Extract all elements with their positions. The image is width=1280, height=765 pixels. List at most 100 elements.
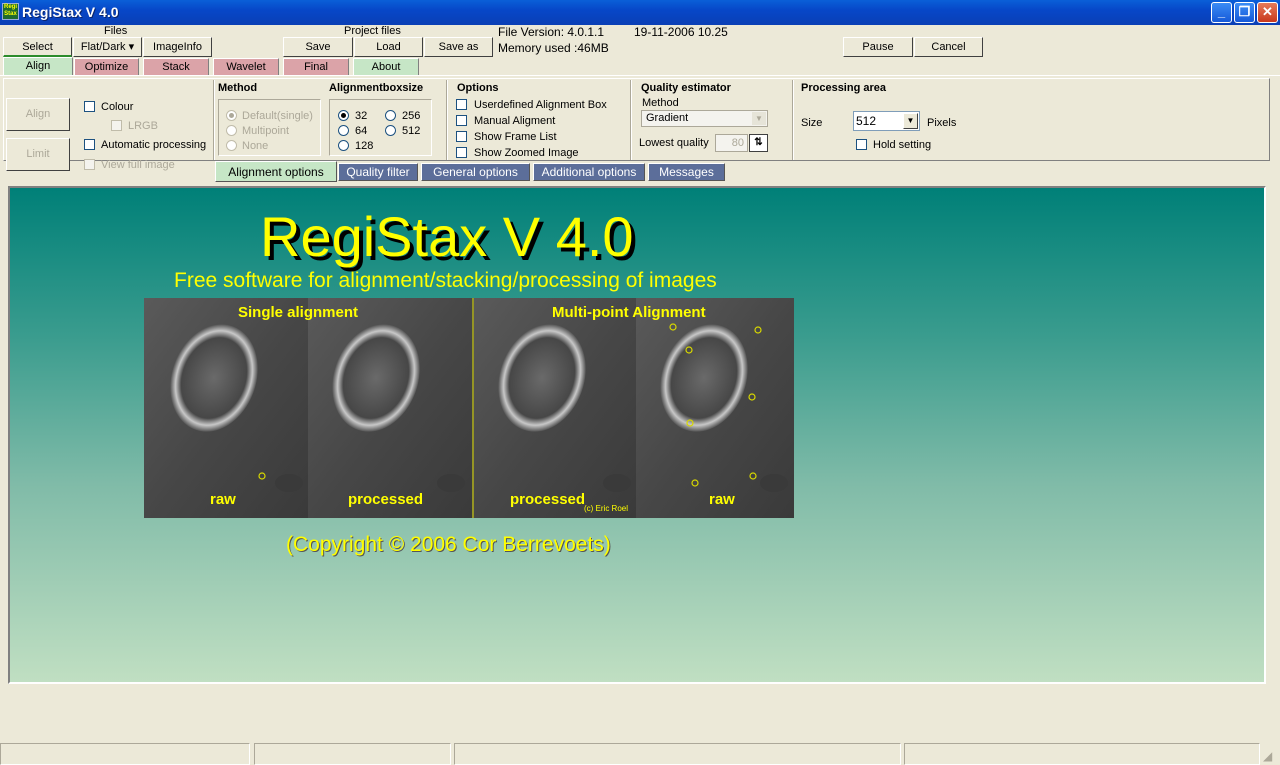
app-icon: Regi Stax — [2, 3, 19, 20]
raw-label-left: raw — [210, 491, 236, 508]
lowest-quality-label: Lowest quality — [639, 137, 709, 149]
alignmentbox-title: Alignmentboxsize — [329, 82, 424, 94]
load-button[interactable]: Load — [354, 37, 423, 57]
pixels-label: Pixels — [927, 117, 957, 129]
method-default-radio[interactable] — [226, 110, 237, 121]
processed-label-left: processed — [348, 491, 424, 508]
moon-crater-image — [144, 298, 794, 518]
colour-checkbox[interactable] — [84, 101, 95, 112]
moon-comparison-image: Single alignment Multi-point Alignment r… — [144, 298, 794, 518]
banner-subtitle: Free software for alignment/stacking/pro… — [174, 269, 717, 292]
chevron-down-icon: ▼ — [903, 113, 918, 129]
window-title: RegiStax V 4.0 — [22, 4, 119, 20]
manual-alignment-label: Manual Aligment — [474, 115, 556, 127]
photo-credit: (c) Eric Roel — [584, 504, 629, 513]
box-128-label: 128 — [355, 140, 374, 152]
imageinfo-button[interactable]: ImageInfo — [143, 37, 212, 57]
pause-button[interactable]: Pause — [843, 37, 913, 57]
colour-label: Colour — [101, 101, 134, 113]
options-title: Options — [457, 82, 499, 94]
separator — [792, 80, 794, 160]
view-full-image-checkbox[interactable] — [84, 159, 95, 170]
status-cell-4 — [904, 743, 1260, 765]
tab-final[interactable]: Final — [283, 58, 349, 75]
method-multipoint-label: Multipoint — [242, 125, 290, 137]
separator — [630, 80, 632, 160]
status-cell-2 — [254, 743, 451, 765]
copyright-text: (Copyright © 2006 Cor Berrevoets) — [286, 533, 611, 556]
box-128-radio[interactable] — [338, 140, 349, 151]
close-button[interactable]: ✕ — [1257, 2, 1278, 23]
subtab-messages[interactable]: Messages — [648, 163, 725, 181]
box-64-label: 64 — [355, 125, 368, 137]
subtab-alignment-options[interactable]: Alignment options — [215, 161, 337, 182]
limit-button[interactable]: Limit — [6, 138, 70, 171]
automatic-processing-label: Automatic processing — [101, 139, 207, 151]
flat-dark-button[interactable]: Flat/Dark ▾ — [73, 37, 142, 57]
align-button[interactable]: Align — [6, 98, 70, 131]
method-default-label: Default(single) — [242, 110, 313, 122]
method-none-label: None — [242, 140, 269, 152]
tab-stack[interactable]: Stack — [143, 58, 209, 75]
processed-label-right: processed — [510, 491, 586, 508]
method-multipoint-radio[interactable] — [226, 125, 237, 136]
box-32-label: 32 — [355, 110, 368, 122]
manual-alignment-checkbox[interactable] — [456, 115, 467, 126]
resize-grip-icon[interactable]: ◢ — [1263, 749, 1277, 763]
files-label: Files — [104, 25, 128, 37]
single-alignment-label: Single alignment — [238, 304, 359, 321]
save-as-button[interactable]: Save as — [424, 37, 493, 57]
quality-method-value: Gradient — [646, 112, 689, 124]
size-value: 512 — [856, 114, 877, 128]
show-zoomed-image-label: Show Zoomed Image — [474, 147, 579, 159]
tab-optimize[interactable]: Optimize — [74, 58, 139, 75]
raw-label-right: raw — [709, 491, 735, 508]
box-64-radio[interactable] — [338, 125, 349, 136]
tab-align[interactable]: Align — [3, 57, 73, 76]
box-32-radio[interactable] — [338, 110, 349, 121]
show-frame-list-label: Show Frame List — [474, 131, 557, 143]
view-full-image-label: View full image — [101, 159, 175, 171]
show-frame-list-checkbox[interactable] — [456, 131, 467, 142]
status-cell-3 — [454, 743, 901, 765]
separator — [213, 80, 215, 160]
lrgb-checkbox[interactable] — [111, 120, 122, 131]
tab-wavelet[interactable]: Wavelet — [213, 58, 279, 75]
separator — [446, 80, 448, 160]
select-button[interactable]: Select — [3, 37, 72, 57]
method-none-radio[interactable] — [226, 140, 237, 151]
box-512-radio[interactable] — [385, 125, 396, 136]
quality-method-label: Method — [642, 97, 679, 109]
userdefined-box-label: Userdefined Alignment Box — [474, 99, 607, 111]
subtab-general-options[interactable]: General options — [421, 163, 530, 181]
status-cell-1 — [0, 743, 250, 765]
restore-button[interactable]: ❐ — [1234, 2, 1255, 23]
box-256-radio[interactable] — [385, 110, 396, 121]
minimize-button[interactable]: _ — [1211, 2, 1232, 23]
lowest-quality-input[interactable]: 80 — [715, 134, 748, 152]
subtab-additional-options[interactable]: Additional options — [533, 163, 645, 181]
tab-about[interactable]: About — [353, 58, 419, 75]
box-512-label: 512 — [402, 125, 421, 137]
tab-divider — [0, 75, 1280, 76]
show-zoomed-image-checkbox[interactable] — [456, 147, 467, 158]
quality-title: Quality estimator — [641, 82, 731, 94]
size-label: Size — [801, 117, 823, 129]
subtab-quality-filter[interactable]: Quality filter — [338, 163, 418, 181]
save-button[interactable]: Save — [283, 37, 353, 57]
sort-arrows-icon[interactable]: ⇅ — [749, 134, 768, 152]
userdefined-box-checkbox[interactable] — [456, 99, 467, 110]
size-select[interactable]: 512 ▼ — [853, 111, 920, 131]
lrgb-label: LRGB — [128, 120, 158, 132]
file-date: 19-11-2006 10.25 — [634, 25, 728, 39]
quality-method-select[interactable]: Gradient ▼ — [641, 110, 768, 127]
hold-setting-checkbox[interactable] — [856, 139, 867, 150]
project-files-label: Project files — [344, 25, 401, 37]
processing-area-title: Processing area — [801, 82, 886, 94]
automatic-processing-checkbox[interactable] — [84, 139, 95, 150]
cancel-button[interactable]: Cancel — [914, 37, 983, 57]
hold-setting-label: Hold setting — [873, 139, 932, 151]
box-256-label: 256 — [402, 110, 421, 122]
chevron-down-icon: ▼ — [752, 112, 766, 125]
memory-used: Memory used :46MB — [498, 41, 609, 55]
